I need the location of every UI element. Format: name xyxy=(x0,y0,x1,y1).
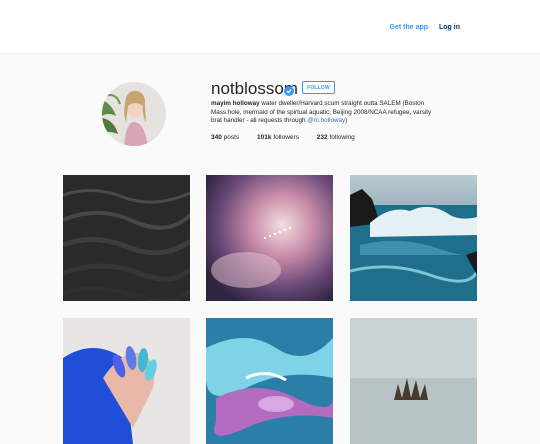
post-thumbnail[interactable] xyxy=(350,318,477,444)
followers-stat[interactable]: 101k followers xyxy=(257,134,299,141)
following-stat[interactable]: 232 following xyxy=(317,134,355,141)
log-in-link[interactable]: Log in xyxy=(439,24,460,31)
followers-label: followers xyxy=(273,134,299,141)
post-thumbnail[interactable] xyxy=(350,175,477,301)
posts-stat: 340 posts xyxy=(211,134,239,141)
following-label: following xyxy=(329,134,355,141)
header-links: Get the app Log in xyxy=(381,24,460,31)
profile-bio: mayim holloway water dweller/Harvard scu… xyxy=(211,100,441,126)
profile-stats: 340 posts 101k followers 232 following xyxy=(211,134,371,141)
get-app-link[interactable]: Get the app xyxy=(390,24,429,31)
posts-count: 340 xyxy=(211,134,222,141)
followers-count: 101k xyxy=(257,134,272,141)
post-thumbnail[interactable] xyxy=(206,318,333,444)
following-count: 232 xyxy=(316,134,328,141)
top-bar: Get the app Log in xyxy=(0,0,540,54)
bio-end: ) xyxy=(345,117,348,125)
post-thumbnail[interactable] xyxy=(206,175,333,301)
posts-label: posts xyxy=(223,134,240,141)
post-thumbnail[interactable] xyxy=(63,175,190,301)
profile-full-name: mayim holloway xyxy=(211,100,260,107)
avatar[interactable] xyxy=(102,82,166,146)
post-thumbnail[interactable] xyxy=(63,318,190,444)
bio-mention-link[interactable]: @m.holloway xyxy=(307,117,345,124)
follow-button[interactable]: FOLLOW xyxy=(302,81,335,94)
verified-badge-icon xyxy=(284,83,294,96)
